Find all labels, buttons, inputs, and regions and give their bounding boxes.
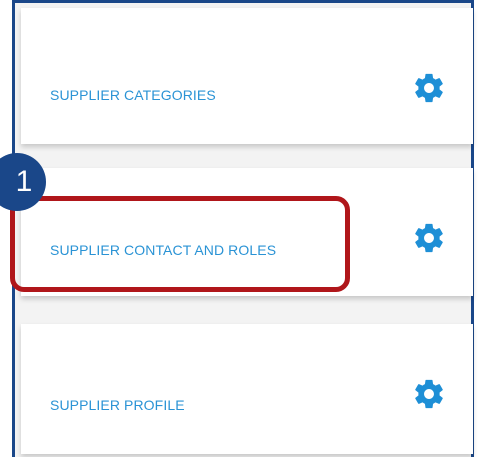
supplier-contact-roles-link[interactable]: SUPPLIER CONTACT AND ROLES [50, 242, 276, 258]
supplier-categories-link[interactable]: SUPPLIER CATEGORIES [50, 87, 216, 103]
supplier-profile-link[interactable]: SUPPLIER PROFILE [50, 397, 185, 413]
gear-icon[interactable] [412, 221, 446, 255]
supplier-contact-roles-card[interactable]: SUPPLIER CONTACT AND ROLES [21, 168, 473, 296]
supplier-profile-card[interactable]: SUPPLIER PROFILE [21, 324, 473, 454]
gear-icon[interactable] [412, 377, 446, 411]
supplier-categories-card[interactable]: SUPPLIER CATEGORIES [21, 8, 473, 144]
gear-icon[interactable] [412, 71, 446, 105]
